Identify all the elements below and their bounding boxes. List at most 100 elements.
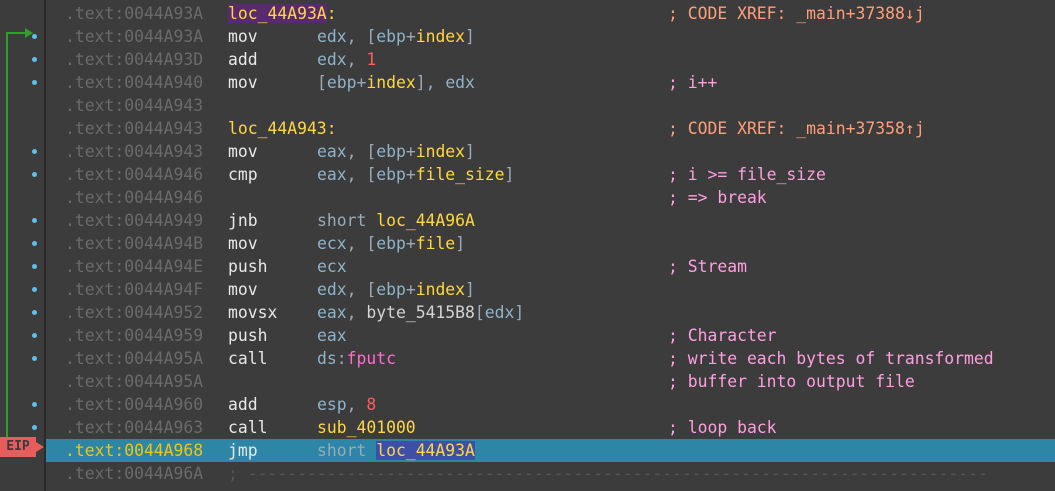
mnemonic[interactable]: mov <box>228 278 258 301</box>
listing-row[interactable]: .text:0044A95A ; buffer into output file <box>46 370 1055 393</box>
mnemonic[interactable]: mov <box>228 232 258 255</box>
listing-row[interactable]: .text:0044A95A call ds:fputc ; write each b… <box>46 347 1055 370</box>
listing-row[interactable]: .text:0044A959 push eax ; Character <box>46 324 1055 347</box>
operand-token[interactable]: sub_401000 <box>317 418 416 437</box>
operand-token[interactable]: edx <box>485 303 515 322</box>
operand-token[interactable]: eax <box>317 142 347 161</box>
listing-row[interactable]: .text:0044A968 jmp short loc_44A93A <box>46 439 1055 462</box>
operand-token[interactable]: edx <box>317 50 347 69</box>
operand-token[interactable]: index <box>416 280 465 299</box>
operand-token[interactable]: loc_44A96A <box>376 211 475 230</box>
operands[interactable]: eax, [ebp+file_size] <box>317 163 514 186</box>
operand-token[interactable]: index <box>366 73 415 92</box>
operand-token[interactable]: 8 <box>366 395 376 414</box>
listing-row[interactable]: .text:0044A943 <box>46 94 1055 117</box>
operands[interactable]: eax, [ebp+index] <box>317 140 475 163</box>
breakpoint-dot-icon[interactable] <box>32 34 37 39</box>
operand-token[interactable]: ecx <box>317 257 347 276</box>
mnemonic[interactable]: push <box>228 255 267 278</box>
breakpoint-dot-icon[interactable] <box>32 218 37 223</box>
listing-row[interactable]: .text:0044A943 mov eax, [ebp+index] <box>46 140 1055 163</box>
operand-token[interactable]: loc_44A93A <box>376 441 475 460</box>
operand-token[interactable]: file_size <box>416 165 505 184</box>
operands[interactable]: ecx <box>317 255 347 278</box>
listing-row[interactable]: .text:0044A949 jnb short loc_44A96A <box>46 209 1055 232</box>
listing-row[interactable]: .text:0044A93A loc_44A93A: ; CODE XREF: _m… <box>46 2 1055 25</box>
operands[interactable]: ds:fputc <box>317 347 396 370</box>
mnemonic[interactable]: jmp <box>228 439 258 462</box>
mnemonic[interactable]: jnb <box>228 209 258 232</box>
operands[interactable]: [ebp+index], edx <box>317 71 475 94</box>
operands[interactable]: edx, [ebp+index] <box>317 278 475 301</box>
mnemonic[interactable]: call <box>228 416 267 439</box>
operand-token[interactable]: esp <box>317 395 347 414</box>
mnemonic[interactable]: movsx <box>228 301 277 324</box>
operand-token[interactable]: eax <box>317 326 347 345</box>
breakpoint-dot-icon[interactable] <box>32 241 37 246</box>
mnemonic[interactable]: add <box>228 48 258 71</box>
operand-token[interactable]: index <box>416 142 465 161</box>
listing-row[interactable]: .text:0044A946 ; => break <box>46 186 1055 209</box>
operand-token[interactable]: ebp <box>376 165 406 184</box>
listing-row[interactable]: .text:0044A943 loc_44A943: ; CODE XREF: _m… <box>46 117 1055 140</box>
operands[interactable]: eax, byte_5415B8[edx] <box>317 301 524 324</box>
listing-row[interactable]: .text:0044A940 mov [ebp+index], edx ; i++ <box>46 71 1055 94</box>
operands[interactable]: esp, 8 <box>317 393 376 416</box>
breakpoint-dot-icon[interactable] <box>32 149 37 154</box>
operand-token[interactable]: file <box>416 234 455 253</box>
listing-row[interactable]: .text:0044A94F mov edx, [ebp+index] <box>46 278 1055 301</box>
mnemonic[interactable]: add <box>228 393 258 416</box>
operand-token[interactable]: fputc <box>347 349 396 368</box>
breakpoint-dot-icon[interactable] <box>32 172 37 177</box>
mnemonic[interactable]: mov <box>228 140 258 163</box>
listing-row[interactable]: .text:0044A93A mov edx, [ebp+index] <box>46 25 1055 48</box>
operand-token[interactable]: ds <box>317 349 337 368</box>
operands[interactable]: short loc_44A96A <box>317 209 475 232</box>
breakpoint-dot-icon[interactable] <box>32 333 37 338</box>
mnemonic[interactable]: call <box>228 347 267 370</box>
listing-row[interactable]: .text:0044A946 cmp eax, [ebp+file_size] ; i… <box>46 163 1055 186</box>
operand-token[interactable]: ebp <box>376 234 406 253</box>
operand-token[interactable]: ebp <box>327 73 357 92</box>
listing-row[interactable]: .text:0044A960 add esp, 8 <box>46 393 1055 416</box>
disassembly-listing[interactable]: .text:0044A93A loc_44A93A: ; CODE XREF: _m… <box>46 0 1055 491</box>
operands[interactable]: edx, 1 <box>317 48 376 71</box>
operand-token[interactable]: edx <box>317 27 347 46</box>
breakpoint-dot-icon[interactable] <box>32 80 37 85</box>
code-label[interactable]: loc_44A943: <box>228 117 337 140</box>
operands[interactable]: ecx, [ebp+file] <box>317 232 465 255</box>
operands[interactable]: eax <box>317 324 347 347</box>
mnemonic[interactable]: push <box>228 324 267 347</box>
listing-row[interactable]: .text:0044A96A ; ------------------------… <box>46 462 1055 485</box>
operand-token[interactable]: eax <box>317 303 347 322</box>
operands[interactable]: edx, [ebp+index] <box>317 25 475 48</box>
listing-row[interactable]: .text:0044A963 call sub_401000 ; loop back <box>46 416 1055 439</box>
listing-row[interactable]: .text:0044A94E push ecx ; Stream <box>46 255 1055 278</box>
operand-token[interactable]: 1 <box>366 50 376 69</box>
listing-row[interactable]: .text:0044A952 movsx eax, byte_5415B8[edx] <box>46 301 1055 324</box>
breakpoint-dot-icon[interactable] <box>32 310 37 315</box>
code-label[interactable]: loc_44A93A: <box>228 2 337 25</box>
mnemonic[interactable]: cmp <box>228 163 258 186</box>
operands[interactable]: sub_401000 <box>317 416 416 439</box>
operand-token[interactable]: byte_5415B8 <box>366 303 475 322</box>
operand-token[interactable]: edx <box>445 73 475 92</box>
operands[interactable]: short loc_44A93A <box>317 439 475 462</box>
operand-token[interactable]: eax <box>317 165 347 184</box>
operand-token[interactable]: ebp <box>376 27 406 46</box>
operand-token[interactable]: ebp <box>376 142 406 161</box>
operand-token[interactable]: edx <box>317 280 347 299</box>
operand-token[interactable]: index <box>416 27 465 46</box>
operand-token[interactable]: ebp <box>376 280 406 299</box>
breakpoint-dot-icon[interactable] <box>32 356 37 361</box>
mnemonic[interactable]: mov <box>228 71 258 94</box>
breakpoint-dot-icon[interactable] <box>32 287 37 292</box>
breakpoint-dot-icon[interactable] <box>32 402 37 407</box>
breakpoint-dot-icon[interactable] <box>32 57 37 62</box>
breakpoint-dot-icon[interactable] <box>32 264 37 269</box>
operand-token[interactable]: ecx <box>317 234 347 253</box>
listing-row[interactable]: .text:0044A93D add edx, 1 <box>46 48 1055 71</box>
breakpoint-dot-icon[interactable] <box>32 425 37 430</box>
listing-row[interactable]: .text:0044A94B mov ecx, [ebp+file] <box>46 232 1055 255</box>
mnemonic[interactable]: mov <box>228 25 258 48</box>
